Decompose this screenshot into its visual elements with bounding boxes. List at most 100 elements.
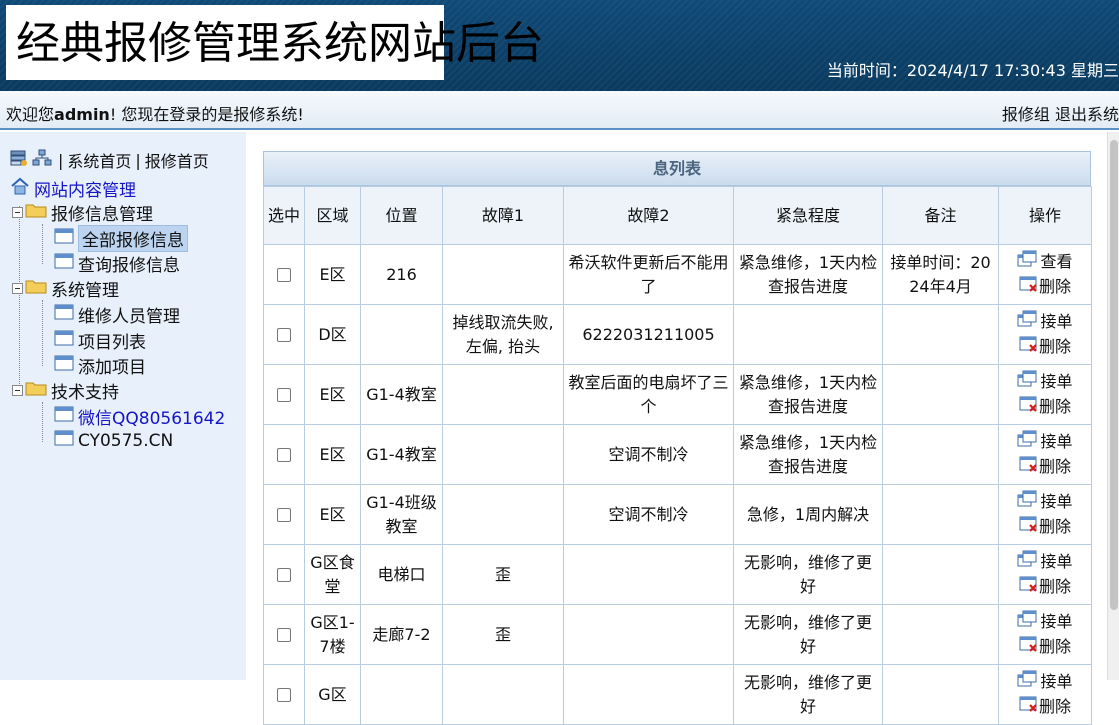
row-checkbox[interactable]	[277, 268, 291, 282]
clock-value: 2024/4/17 17:30:43 星期三	[906, 61, 1119, 80]
row-action-label: 接单	[1040, 312, 1073, 331]
sidebar-item-query-repairs[interactable]: 查询报修信息	[54, 251, 180, 276]
sidebar-item-projects[interactable]: 项目列表	[54, 328, 146, 353]
clock-label: 当前时间：	[826, 61, 907, 80]
row-delete-label: 删除	[1038, 577, 1071, 596]
system-home-link[interactable]: 系统首页	[67, 148, 131, 172]
cell-urgency: 无影响，维修了更好	[733, 604, 883, 665]
cell-area: E区	[304, 484, 361, 545]
tree-group-system[interactable]: 系统管理	[12, 276, 119, 301]
page-icon	[54, 354, 74, 377]
row-delete-link[interactable]: 删除	[1019, 515, 1071, 540]
sidebar-item-wechat[interactable]: 微信QQ80561642	[54, 404, 225, 429]
cell-action: 接单 删除	[998, 304, 1092, 365]
tree-group-repair-info[interactable]: 报修信息管理	[12, 200, 153, 225]
welcome-prefix: 欢迎您	[6, 105, 55, 124]
cell-urgency: 紧急维修，1天内检查报告进度	[733, 364, 883, 425]
col-header-location: 位置	[360, 186, 443, 245]
cell-urgency: 无影响，维修了更好	[733, 664, 883, 725]
sidebar-item-add-project[interactable]: 添加项目	[54, 353, 146, 378]
row-delete-link[interactable]: 删除	[1019, 335, 1071, 360]
row-checkbox[interactable]	[277, 388, 291, 402]
logo-box: 经典报修管理系统网站后台	[6, 5, 544, 80]
cell-urgency: 紧急维修，1天内检查报告进度	[733, 244, 883, 305]
folder-icon	[25, 278, 47, 299]
tree-group-support[interactable]: 技术支持	[12, 378, 119, 403]
row-action-link[interactable]: 接单	[1017, 310, 1073, 335]
row-delete-link[interactable]: 删除	[1019, 575, 1071, 600]
cell-action: 接单 删除	[998, 484, 1092, 545]
sidebar: | 系统首页 | 报修首页 网站内容管理 报修信息管理 全部报修信息 查询报修信…	[0, 132, 246, 680]
table-row: G区食堂 电梯口歪 无影响，维修了更好 接单 删除	[263, 544, 1092, 605]
cell-urgency: 急修，1周内解决	[733, 484, 883, 545]
tree-root[interactable]: 网站内容管理	[10, 176, 136, 201]
page-icon	[54, 252, 74, 275]
cell-note	[882, 664, 999, 725]
row-action-link[interactable]: 接单	[1017, 550, 1073, 575]
sidebar-item-all-repairs[interactable]: 全部报修信息	[54, 225, 188, 252]
row-delete-label: 删除	[1038, 517, 1071, 536]
cell-urgency	[733, 304, 883, 365]
cell-fault2	[563, 664, 734, 725]
row-delete-link[interactable]: 删除	[1019, 455, 1071, 480]
sidebar-item-website[interactable]: CY0575.CN	[54, 429, 173, 452]
cell-area: G区	[304, 664, 361, 725]
list-title: 息列表	[263, 151, 1091, 186]
row-checkbox[interactable]	[277, 508, 291, 522]
row-delete-link[interactable]: 删除	[1019, 395, 1071, 420]
row-action-link[interactable]: 接单	[1017, 610, 1073, 635]
row-checkbox[interactable]	[277, 448, 291, 462]
cell-note	[882, 364, 999, 425]
collapse-minus-icon	[12, 381, 23, 401]
row-action-link[interactable]: 接单	[1017, 670, 1073, 695]
welcome-message: 欢迎您admin! 您现在登录的是报修系统!	[6, 101, 304, 125]
cell-area: E区	[304, 424, 361, 485]
row-delete-link[interactable]: 删除	[1019, 275, 1071, 300]
row-delete-label: 删除	[1038, 697, 1071, 716]
cell-location: 走廊7-2	[360, 604, 443, 665]
row-action-link[interactable]: 接单	[1017, 370, 1073, 395]
row-action-link[interactable]: 接单	[1017, 430, 1073, 455]
cell-location: G1-4班级教室	[360, 484, 443, 545]
tree-root-label: 网站内容管理	[34, 181, 136, 201]
page-icon	[54, 405, 74, 428]
scrollbar-thumb[interactable]	[1110, 140, 1118, 610]
welcome-suffix: ! 您现在登录的是报修系统!	[109, 105, 304, 124]
row-action-link[interactable]: 查看	[1017, 250, 1073, 275]
page-icon	[54, 227, 74, 250]
delete-icon	[1019, 275, 1039, 300]
delete-icon	[1019, 695, 1039, 720]
table-row: E区 G1-4班级教室 空调不制冷 急修，1周内解决 接单 删除	[263, 484, 1092, 545]
welcome-actions: 报修组 退出系统	[1002, 101, 1119, 125]
folder-icon	[25, 380, 47, 401]
cell-action: 接单删除	[998, 664, 1092, 725]
row-checkbox[interactable]	[277, 568, 291, 582]
row-checkbox[interactable]	[277, 328, 291, 342]
row-action-link[interactable]: 接单	[1017, 490, 1073, 515]
row-delete-link[interactable]: 删除	[1019, 695, 1071, 720]
window-icon	[1017, 550, 1037, 575]
cell-action: 查看 删除	[998, 244, 1092, 305]
row-delete-link[interactable]: 删除	[1019, 635, 1071, 660]
repair-table: 选中 区域 位置 故障1 故障2 紧急程度 备注 操作 E区 216 希沃软件更新后…	[263, 186, 1092, 725]
cell-action: 接单 删除	[998, 424, 1092, 485]
window-icon	[1017, 310, 1037, 335]
cell-urgency: 紧急维修，1天内检查报告进度	[733, 424, 883, 485]
row-action-label: 接单	[1040, 492, 1073, 511]
folder-icon	[25, 202, 47, 223]
cell-fault1	[442, 664, 564, 725]
cell-note	[882, 544, 999, 605]
sidebar-item-staff[interactable]: 维修人员管理	[54, 302, 180, 327]
window-icon	[1017, 610, 1037, 635]
row-delete-label: 删除	[1038, 337, 1071, 356]
cell-fault1	[442, 364, 564, 425]
logout-link[interactable]: 退出系统	[1055, 105, 1119, 124]
welcome-user: admin	[54, 105, 110, 124]
row-checkbox[interactable]	[277, 688, 291, 702]
repair-list: 息列表 选中 区域 位置 故障1 故障2 紧急程度 备注 操作 E区 216 希沃软…	[263, 151, 1092, 725]
page-scrollbar[interactable]	[1107, 132, 1119, 680]
repair-home-link[interactable]: 报修首页	[145, 148, 209, 172]
tree-connector	[42, 300, 43, 366]
row-checkbox[interactable]	[277, 628, 291, 642]
server-icon	[10, 149, 28, 171]
